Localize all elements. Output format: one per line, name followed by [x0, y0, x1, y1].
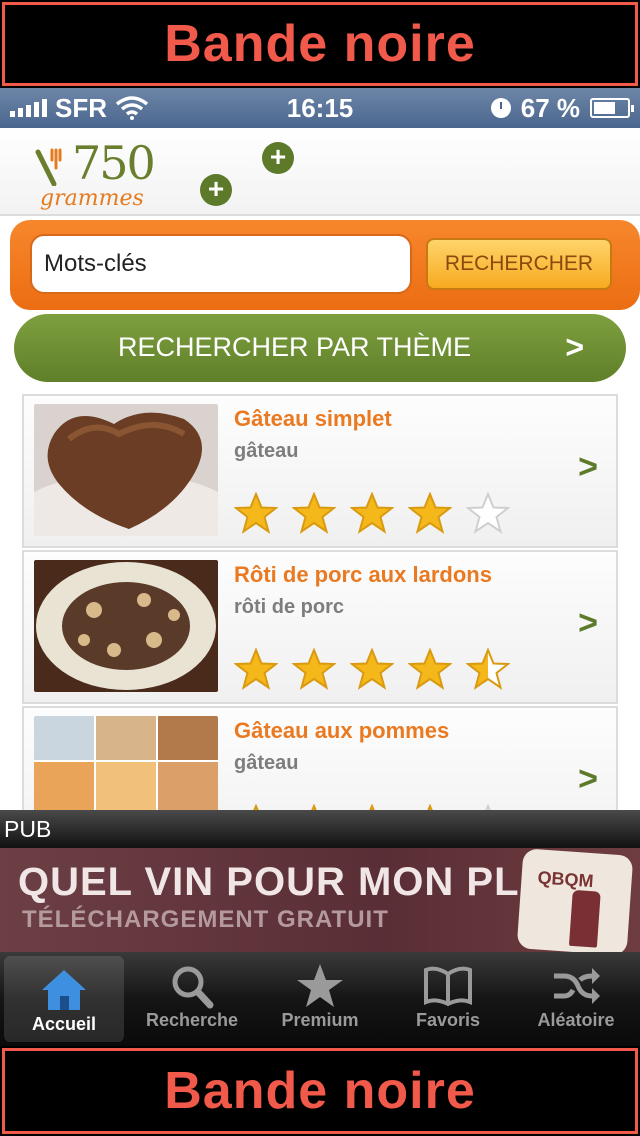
- logo-750grammes[interactable]: 750 grammes: [30, 136, 160, 214]
- tab-recherche[interactable]: Recherche: [128, 952, 256, 1046]
- recipe-title: Rôti de porc aux lardons: [234, 562, 492, 587]
- tab-premium[interactable]: Premium: [256, 952, 384, 1046]
- star-full-icon: [234, 648, 278, 690]
- star-full-icon: [234, 492, 278, 534]
- recipe-title: Gâteau simplet: [234, 406, 392, 431]
- recipe-photo: [34, 560, 218, 692]
- wine-bottle-icon: [568, 889, 601, 948]
- qbqm-badge-text: QBQM: [536, 867, 595, 892]
- chevron-right-icon: >: [578, 448, 598, 486]
- tab-aleatoire[interactable]: Aléatoire: [512, 952, 640, 1046]
- search-icon: [128, 952, 256, 1010]
- chevron-right-icon: >: [565, 329, 584, 365]
- app-header: 750 grammes + +: [0, 128, 640, 216]
- book-icon: [384, 952, 512, 1010]
- tab-label: Favoris: [415, 1010, 481, 1030]
- star-icon: [256, 952, 384, 1010]
- star-full-icon: [292, 648, 336, 690]
- tab-favoris[interactable]: Favoris: [384, 952, 512, 1046]
- recipe-item[interactable]: Rôti de porc aux lardons rôti de porc >: [22, 550, 618, 704]
- star-full-icon: [292, 492, 336, 534]
- fork-spoon-icon: [35, 148, 62, 186]
- recipe-category: gâteau: [234, 440, 299, 462]
- top-band-text: Bande noire: [164, 15, 476, 73]
- theme-button-label: RECHERCHER PAR THÈME: [118, 332, 472, 362]
- app-content: 750 grammes + + Mots-clés RECHERCHER REC…: [0, 128, 640, 810]
- recipe-item[interactable]: Gâteau aux pommes gâteau >: [22, 706, 618, 810]
- tab-label: Aléatoire: [537, 1010, 615, 1030]
- star-empty-icon: [466, 492, 510, 534]
- plus-icon[interactable]: +: [262, 142, 294, 174]
- tab-bar: Accueil Recherche Premium Favoris Aléato…: [0, 952, 640, 1046]
- shuffle-icon: [512, 952, 640, 1010]
- logo-word: grammes: [40, 186, 144, 211]
- recipe-title: Gâteau aux pommes: [234, 718, 450, 743]
- battery-icon: [590, 98, 634, 118]
- home-icon: [4, 956, 124, 1014]
- bottom-band-text: Bande noire: [164, 1062, 476, 1120]
- bottom-black-band: Bande noire: [0, 1046, 640, 1136]
- star-full-icon: [408, 648, 452, 690]
- search-panel: Mots-clés RECHERCHER: [10, 220, 640, 310]
- search-by-theme-button[interactable]: RECHERCHER PAR THÈME >: [14, 314, 626, 382]
- star-full-icon: [350, 648, 394, 690]
- star-full-icon: [408, 492, 452, 534]
- ad-subtitle: TÉLÉCHARGEMENT GRATUIT: [22, 906, 389, 933]
- qbqm-app-icon: QBQM: [516, 848, 634, 952]
- keywords-input[interactable]: Mots-clés: [30, 234, 412, 294]
- star-half-icon: [466, 648, 510, 690]
- tab-label: Accueil: [31, 1014, 97, 1034]
- recipe-photo: [34, 404, 218, 536]
- recipe-category: rôti de porc: [234, 596, 345, 618]
- recipe-photo: [34, 716, 218, 810]
- top-black-band: Bande noire: [0, 0, 640, 88]
- chevron-right-icon: >: [578, 760, 598, 798]
- search-button[interactable]: RECHERCHER: [426, 238, 612, 290]
- ad-label: PUB: [0, 810, 640, 848]
- tab-accueil[interactable]: Accueil: [4, 956, 124, 1042]
- recipe-list: Gâteau simplet gâteau > Rôti de porc aux…: [22, 394, 618, 810]
- chevron-right-icon: >: [578, 604, 598, 642]
- rating-stars: [234, 492, 510, 534]
- rating-stars: [234, 648, 510, 690]
- status-bar: SFR 16:15 67 %: [0, 88, 640, 128]
- battery-percent: 67 %: [520, 92, 580, 123]
- star-full-icon: [350, 492, 394, 534]
- alarm-clock-icon: [490, 98, 511, 118]
- logo-number: 750: [72, 136, 156, 190]
- plus-icon[interactable]: +: [200, 174, 232, 206]
- tab-label: Premium: [281, 1010, 359, 1030]
- ad-banner[interactable]: QUEL VIN POUR MON PLAT ? TÉLÉCHARGEMENT …: [0, 848, 640, 952]
- recipe-category: gâteau: [234, 752, 299, 774]
- tab-label: Recherche: [145, 1010, 239, 1030]
- recipe-item[interactable]: Gâteau simplet gâteau >: [22, 394, 618, 548]
